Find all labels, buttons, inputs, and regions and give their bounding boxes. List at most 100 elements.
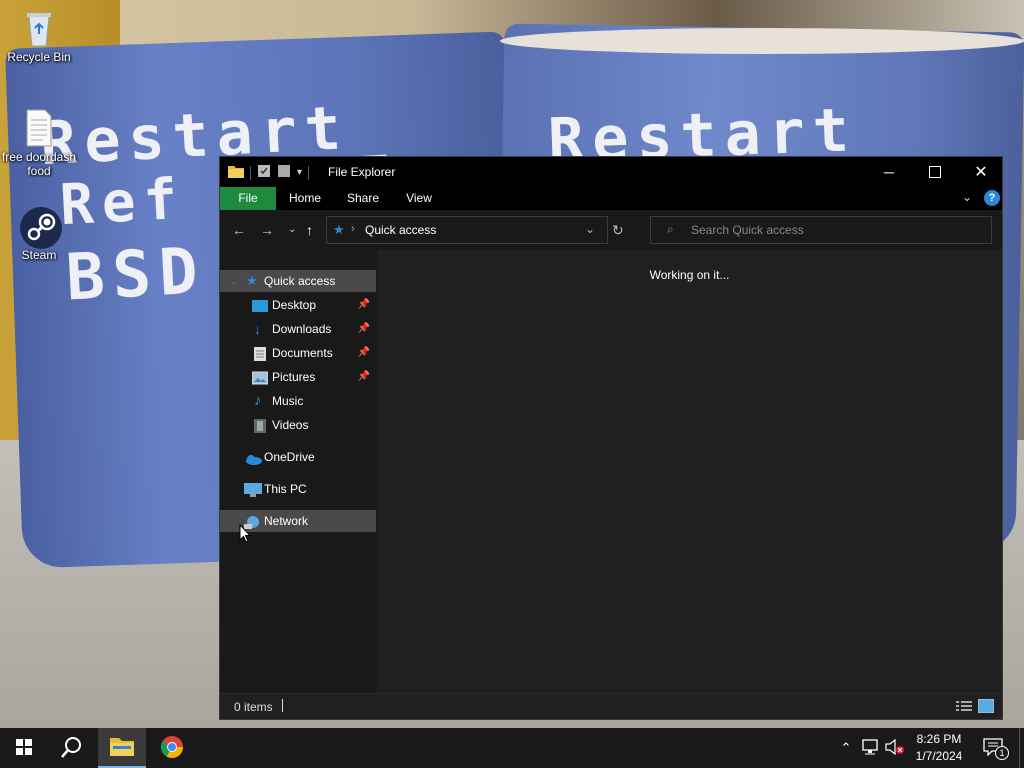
details-view-icon [956, 701, 972, 715]
clock-time: 8:26 PM [916, 732, 962, 746]
up-button[interactable]: ↑ [306, 222, 313, 238]
search-icon: ⌕ [667, 222, 674, 236]
wallpaper-cup-rim [500, 28, 1024, 54]
details-view-button[interactable] [956, 700, 972, 715]
desktop-icon-label: free doordash food [1, 150, 77, 178]
large-icons-view-icon [977, 698, 995, 716]
forward-button[interactable]: → [260, 222, 274, 238]
pin-icon: 📌 [357, 323, 370, 334]
tab-file[interactable]: File [220, 187, 276, 210]
sidebar-item-onedrive[interactable]: OneDrive [220, 446, 376, 468]
close-icon: ✕ [974, 164, 988, 181]
desktop-icon-label: Steam [21, 248, 57, 262]
loading-message: Working on it... [649, 268, 730, 282]
tab-home[interactable]: Home [280, 187, 330, 210]
desktop-icon-steam[interactable]: Steam [1, 206, 77, 262]
search-icon [61, 736, 83, 761]
sidebar-item-label: Music [272, 394, 304, 408]
monitor-icon [244, 482, 262, 497]
toolbar-separator [250, 165, 251, 180]
desktop-icon-text-file[interactable]: free doordash food [1, 108, 77, 178]
sidebar-item-quick-access[interactable]: ⌄ ★ Quick access [220, 270, 376, 292]
address-bar[interactable]: ★ › Quick access ⌄ [326, 216, 608, 244]
sidebar-item-label: Downloads [272, 322, 332, 336]
folder-icon [228, 164, 244, 181]
sidebar-item-label: This PC [264, 482, 307, 496]
notification-count: 1 [995, 745, 1009, 760]
text-file-icon [19, 108, 59, 148]
show-desktop-button[interactable] [1019, 728, 1024, 768]
action-center-button[interactable]: 1 [978, 728, 1009, 768]
chevron-down-icon: ⌄ [962, 190, 973, 204]
customize-toolbar-icon[interactable]: ▾ [297, 167, 302, 178]
sidebar-item-downloads[interactable]: ↓ Downloads 📌 [220, 318, 376, 340]
back-button[interactable]: ← [232, 222, 246, 238]
toolbar-separator [308, 165, 310, 180]
network-status-button[interactable] [860, 728, 882, 768]
close-button[interactable]: ✕ [958, 157, 1004, 187]
sidebar-item-label: Videos [272, 418, 309, 432]
clock[interactable]: 8:26 PM 1/7/2024 [906, 731, 972, 765]
recycle-bin-icon [19, 8, 59, 48]
document-icon [254, 346, 268, 361]
maximize-icon [929, 166, 941, 178]
item-count: 0 items [234, 700, 273, 714]
sidebar-item-desktop[interactable]: Desktop 📌 [220, 294, 376, 316]
maximize-button[interactable] [912, 157, 958, 187]
help-button[interactable]: ? [984, 190, 1000, 206]
ribbon: File Home Share View ⌄ ? [220, 187, 1002, 210]
chevron-up-icon: ⌃ [840, 740, 852, 755]
sidebar-item-this-pc[interactable]: This PC [220, 478, 376, 500]
sidebar-item-label: Pictures [272, 370, 316, 384]
expand-ribbon-button[interactable]: ⌄ [962, 190, 972, 204]
taskbar-chrome[interactable] [148, 728, 196, 768]
volume-button[interactable] [884, 728, 906, 768]
tab-share[interactable]: Share [338, 187, 388, 210]
search-box[interactable]: ⌕ Search Quick access [650, 216, 992, 244]
wallpaper-text: Ref [58, 166, 187, 239]
large-icons-view-button[interactable] [977, 698, 995, 716]
address-dropdown-icon[interactable]: ⌄ [585, 222, 595, 236]
help-icon: ? [988, 192, 996, 204]
wallpaper-text: BSD [64, 234, 208, 316]
minimize-icon: ─ [884, 164, 894, 180]
windows-logo-icon [16, 738, 32, 758]
cloud-icon [244, 450, 262, 465]
tab-view[interactable]: View [394, 187, 444, 210]
search-input[interactable]: Search Quick access [691, 223, 804, 237]
sidebar-item-videos[interactable]: Videos [220, 414, 376, 436]
mouse-cursor [239, 523, 252, 547]
up-arrow-icon: ↑ [306, 222, 313, 238]
file-explorer-window: ▾ File Explorer ─ ✕ File Home Share View… [219, 156, 1003, 720]
refresh-button[interactable]: ↻ [612, 222, 624, 239]
sidebar-item-pictures[interactable]: Pictures 📌 [220, 366, 376, 388]
start-button[interactable] [0, 728, 48, 768]
navigation-bar: ← → ⌄ ↑ ★ › Quick access ⌄ ↻ ⌕ Search Qu… [220, 210, 1002, 250]
content-pane[interactable]: Working on it... [377, 250, 1002, 696]
picture-icon [251, 370, 269, 385]
title-bar[interactable]: ▾ File Explorer ─ ✕ [220, 157, 1002, 187]
star-icon: ★ [333, 222, 345, 237]
desktop-icon-recycle-bin[interactable]: Recycle Bin [1, 8, 77, 64]
search-button[interactable] [48, 728, 96, 768]
sidebar-item-label: Quick access [264, 274, 336, 288]
volume-muted-icon [885, 738, 905, 758]
back-arrow-icon: ← [232, 222, 246, 238]
minimize-button[interactable]: ─ [866, 157, 912, 187]
chrome-icon [160, 735, 184, 762]
sidebar-item-documents[interactable]: Documents 📌 [220, 342, 376, 364]
new-folder-icon[interactable] [277, 164, 291, 181]
pin-icon: 📌 [357, 371, 370, 382]
film-icon [254, 418, 268, 433]
recent-locations-button[interactable]: ⌄ [288, 224, 296, 235]
pin-icon: 📌 [357, 347, 370, 358]
quick-access-toolbar: ▾ [228, 164, 310, 181]
show-hidden-icons-button[interactable]: ⌃ [836, 728, 856, 768]
address-breadcrumb[interactable]: Quick access [365, 223, 436, 237]
properties-icon[interactable] [257, 164, 271, 181]
refresh-icon: ↻ [612, 222, 624, 238]
sidebar-item-music[interactable]: ♪ Music [220, 390, 376, 412]
navigation-pane: ⌄ ★ Quick access Desktop 📌 ↓ Downloads 📌… [220, 250, 377, 696]
status-bar: 0 items [220, 693, 1002, 719]
taskbar-file-explorer[interactable] [98, 728, 146, 768]
